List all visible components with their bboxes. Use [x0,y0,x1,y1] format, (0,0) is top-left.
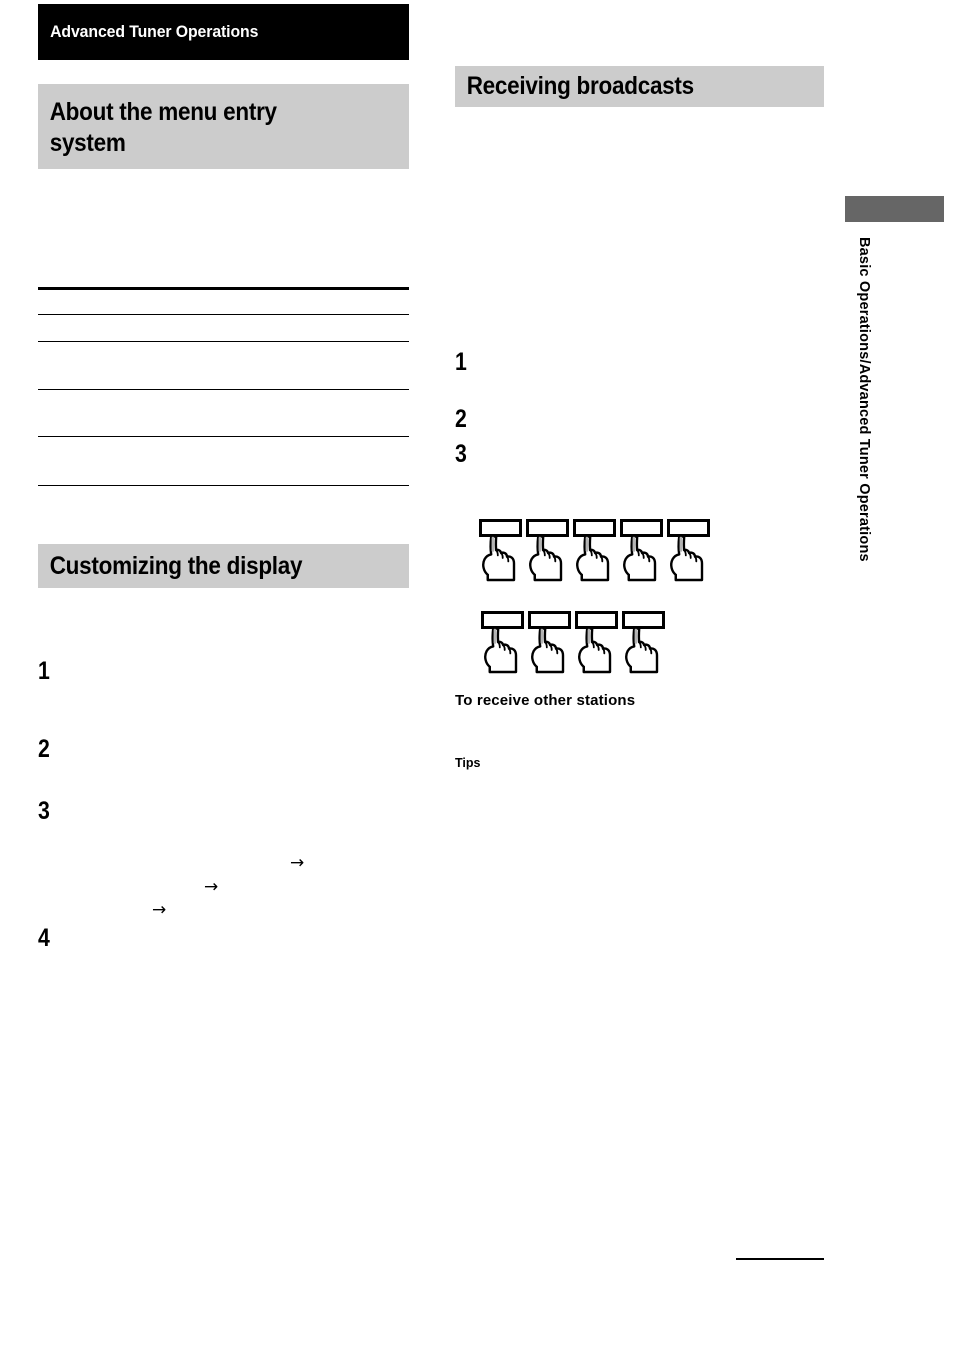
button-press-illustration-row-2 [481,611,665,674]
spec-table-rule-5 [38,436,409,437]
footer-rule [736,1258,824,1260]
edge-tab-label: Basic Operations/Advanced Tuner Operatio… [856,237,872,562]
hand-pressing-button-icon [620,519,663,582]
hand-pressing-button-icon [573,519,616,582]
hand-pressing-button-icon [667,519,710,582]
left-step-number-1: 1 [38,657,50,685]
heading-customizing-the-display: Customizing the display [38,544,409,588]
left-step-number-3: 3 [38,797,50,825]
right-arrow-icon-3: → [152,900,167,920]
heading-about-menu-entry-system: About the menu entry system [38,84,409,169]
edge-thumb-tab-marker [845,196,944,222]
spec-table-rule-4 [38,389,409,390]
left-step-number-4: 4 [38,924,50,952]
heading-customizing-label: Customizing the display [49,551,303,580]
spec-table-rule-top [38,287,409,290]
spec-table-rule-2 [38,314,409,315]
hand-pressing-button-icon [528,611,571,674]
tips-heading: Tips [455,756,481,770]
right-arrow-icon-2: → [204,877,219,897]
hand-pressing-button-icon [479,519,522,582]
right-arrow-icon-1: → [290,853,305,873]
manual-page: Advanced Tuner Operations About the menu… [0,0,954,1352]
heading-about-line-1: About the menu entry [49,98,277,126]
spec-table-rule-3 [38,341,409,342]
hand-pressing-button-icon [481,611,524,674]
section-banner: Advanced Tuner Operations [38,4,409,60]
button-press-illustration-row-1 [479,519,710,582]
hand-pressing-button-icon [575,611,618,674]
heading-receiving-label: Receiving broadcasts [466,72,694,101]
spec-table-rule-6 [38,485,409,486]
right-step-number-1: 1 [455,348,467,376]
right-step-number-2: 2 [455,405,467,433]
left-step-number-2: 2 [38,735,50,763]
hand-pressing-button-icon [526,519,569,582]
heading-receiving-broadcasts: Receiving broadcasts [455,66,824,107]
subheading-to-receive-other-stations: To receive other stations [455,692,636,709]
heading-about-line-2: system [49,128,126,157]
section-banner-label: Advanced Tuner Operations [50,22,259,41]
hand-pressing-button-icon [622,611,665,674]
right-step-number-3: 3 [455,440,467,468]
